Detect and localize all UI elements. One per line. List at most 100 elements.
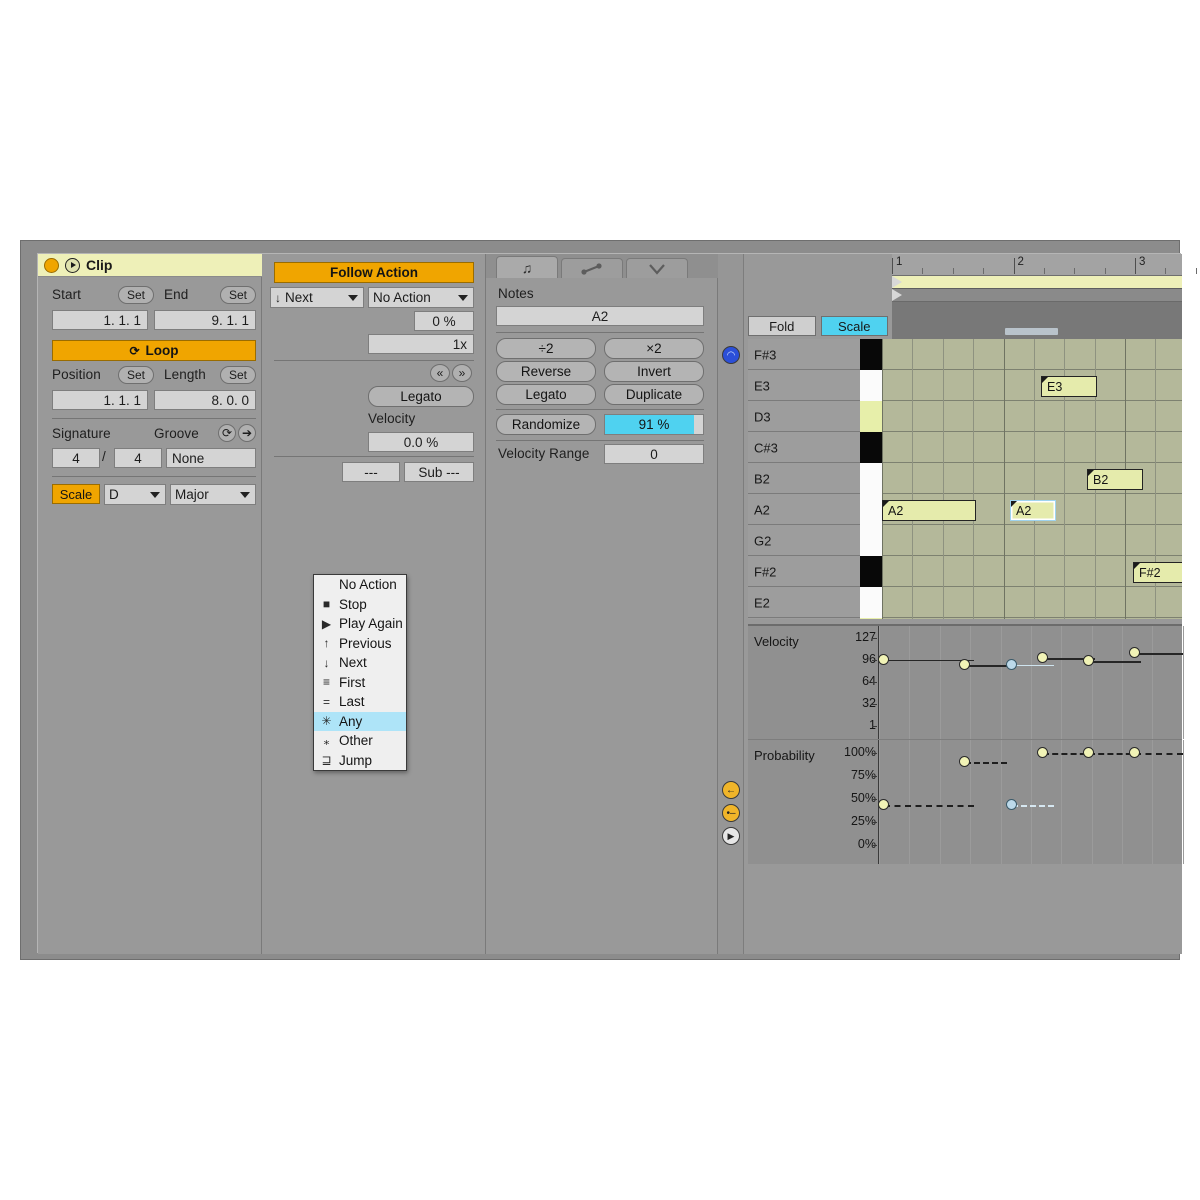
piano-key-row[interactable]: D3: [748, 401, 1182, 432]
loop-back-icon[interactable]: ←: [722, 781, 740, 799]
legato-button[interactable]: Legato: [496, 384, 596, 405]
follow-action-dropdown-menu[interactable]: No Action ■ Stop ▶ Play Again ↑ Previous ↓ Next ≡…: [313, 574, 407, 771]
midi-note[interactable]: A2: [882, 500, 976, 521]
menu-item[interactable]: ▶ Play Again: [314, 614, 406, 634]
grid-row-cell[interactable]: [882, 432, 1182, 463]
envelopes-tab[interactable]: [561, 258, 623, 278]
clip-play-icon[interactable]: [65, 257, 80, 273]
invert-button[interactable]: Invert: [604, 361, 704, 382]
groove-hotswap-icon[interactable]: ➔: [238, 424, 256, 442]
duplicate-button[interactable]: Duplicate: [604, 384, 704, 405]
piano-key-row[interactable]: E2: [748, 587, 1182, 618]
timeline-ruler[interactable]: 1 2 3: [892, 254, 1197, 276]
lane-value-handle[interactable]: [878, 799, 889, 811]
nudge-forward-icon[interactable]: »: [452, 364, 472, 382]
selected-note-field[interactable]: A2: [496, 306, 704, 326]
grid-row-cell[interactable]: [882, 618, 1182, 619]
start-set-button[interactable]: Set: [118, 286, 154, 304]
piano-key-row[interactable]: C#3: [748, 432, 1182, 463]
midi-note[interactable]: A2: [1010, 500, 1056, 521]
lane-value-handle[interactable]: [1006, 658, 1017, 670]
randomize-amount-slider[interactable]: 91 %: [604, 414, 704, 435]
piano-key-row[interactable]: F#3: [748, 339, 1182, 370]
halve-duration-button[interactable]: ÷2: [496, 338, 596, 359]
menu-item[interactable]: ✳ Any: [314, 711, 406, 731]
grid-row-cell[interactable]: [882, 587, 1182, 618]
velocity-plot[interactable]: [878, 626, 1184, 739]
end-value-field[interactable]: 9. 1. 1: [154, 310, 256, 330]
probability-plot[interactable]: [878, 740, 1184, 864]
roll-overview-lane[interactable]: [892, 302, 1182, 339]
clip-color-dot[interactable]: [44, 257, 59, 273]
position-value-field[interactable]: 1. 1. 1: [52, 390, 148, 410]
follow-action-b-dropdown[interactable]: No Action: [368, 287, 474, 308]
scale-button[interactable]: Scale: [820, 316, 888, 336]
piano-key[interactable]: [860, 525, 882, 556]
horizontal-scrollbar[interactable]: [1005, 328, 1058, 335]
piano-key[interactable]: [860, 432, 882, 463]
lane-value-handle[interactable]: [1129, 647, 1140, 659]
lane-value-handle[interactable]: [1083, 747, 1094, 758]
velocity-lane[interactable]: Velocity 127 96 64 32 1: [748, 624, 1184, 739]
grid-row-cell[interactable]: [882, 525, 1182, 556]
nudge-back-icon[interactable]: «: [430, 364, 450, 382]
loop-toggle-button[interactable]: ⟳ Loop: [52, 340, 256, 361]
velocity-amount-field[interactable]: 0.0 %: [368, 432, 474, 452]
groove-value-field[interactable]: None: [166, 448, 256, 468]
groove-commit-icon[interactable]: ⟳: [218, 424, 236, 442]
loop-dotted-icon[interactable]: •–: [722, 804, 740, 822]
scale-name-dropdown[interactable]: Major: [170, 484, 256, 505]
menu-item[interactable]: ■ Stop: [314, 595, 406, 615]
position-set-button[interactable]: Set: [118, 366, 154, 384]
lane-value-handle[interactable]: [1037, 652, 1048, 664]
piano-key-row[interactable]: E3: [748, 370, 1182, 401]
piano-key[interactable]: [860, 463, 882, 494]
menu-item[interactable]: = Last: [314, 692, 406, 712]
lane-value-handle[interactable]: [959, 659, 970, 671]
grid-value-field[interactable]: ---: [342, 462, 400, 482]
scale-root-dropdown[interactable]: D: [104, 484, 166, 505]
length-value-field[interactable]: 8. 0. 0: [154, 390, 256, 410]
follow-action-a-dropdown[interactable]: ↓ Next: [270, 287, 364, 308]
clip-start-marker[interactable]: [892, 289, 902, 301]
midi-note[interactable]: B2: [1087, 469, 1143, 490]
piano-key[interactable]: [860, 587, 882, 618]
reverse-button[interactable]: Reverse: [496, 361, 596, 382]
double-duration-button[interactable]: ×2: [604, 338, 704, 359]
menu-item[interactable]: ⊒ Jump: [314, 751, 406, 771]
lane-value-handle[interactable]: [1006, 798, 1017, 810]
midi-note[interactable]: E3: [1041, 376, 1097, 397]
preview-play-icon[interactable]: ▶: [722, 827, 740, 845]
follow-action-header[interactable]: Follow Action: [274, 262, 474, 283]
grid-row-cell[interactable]: [882, 401, 1182, 432]
lane-value-handle[interactable]: [959, 756, 970, 768]
loop-brace-lane[interactable]: [892, 276, 1182, 289]
lane-value-handle[interactable]: [1037, 747, 1048, 758]
menu-item[interactable]: ≡ First: [314, 673, 406, 693]
piano-key[interactable]: [860, 339, 882, 370]
menu-item[interactable]: ↑ Previous: [314, 634, 406, 654]
piano-key[interactable]: [860, 556, 882, 587]
start-marker-lane[interactable]: [892, 289, 1182, 302]
velocity-range-field[interactable]: 0: [604, 444, 704, 464]
midi-note[interactable]: F#2: [1133, 562, 1182, 583]
grid-row-cell[interactable]: [882, 339, 1182, 370]
notes-tab[interactable]: ♫: [496, 256, 558, 278]
expression-tab[interactable]: [626, 258, 688, 278]
piano-key[interactable]: [860, 401, 882, 432]
preview-headphones-icon[interactable]: ◠: [722, 346, 740, 364]
piano-key-row[interactable]: F#2: [748, 556, 1182, 587]
lane-value-handle[interactable]: [1129, 747, 1140, 758]
loop-start-marker[interactable]: [892, 276, 902, 288]
grid-row-cell[interactable]: [882, 370, 1182, 401]
start-value-field[interactable]: 1. 1. 1: [52, 310, 148, 330]
piano-key[interactable]: [860, 494, 882, 525]
scale-toggle-button[interactable]: Scale: [52, 484, 100, 504]
piano-key-row[interactable]: D2: [748, 618, 1182, 619]
end-set-button[interactable]: Set: [220, 286, 256, 304]
piano-key-row[interactable]: G2: [748, 525, 1182, 556]
lane-value-handle[interactable]: [1083, 655, 1094, 667]
menu-item[interactable]: ↓ Next: [314, 653, 406, 673]
piano-key[interactable]: [860, 370, 882, 401]
probability-lane[interactable]: Probability 100% 75% 50% 25% 0%: [748, 739, 1184, 864]
